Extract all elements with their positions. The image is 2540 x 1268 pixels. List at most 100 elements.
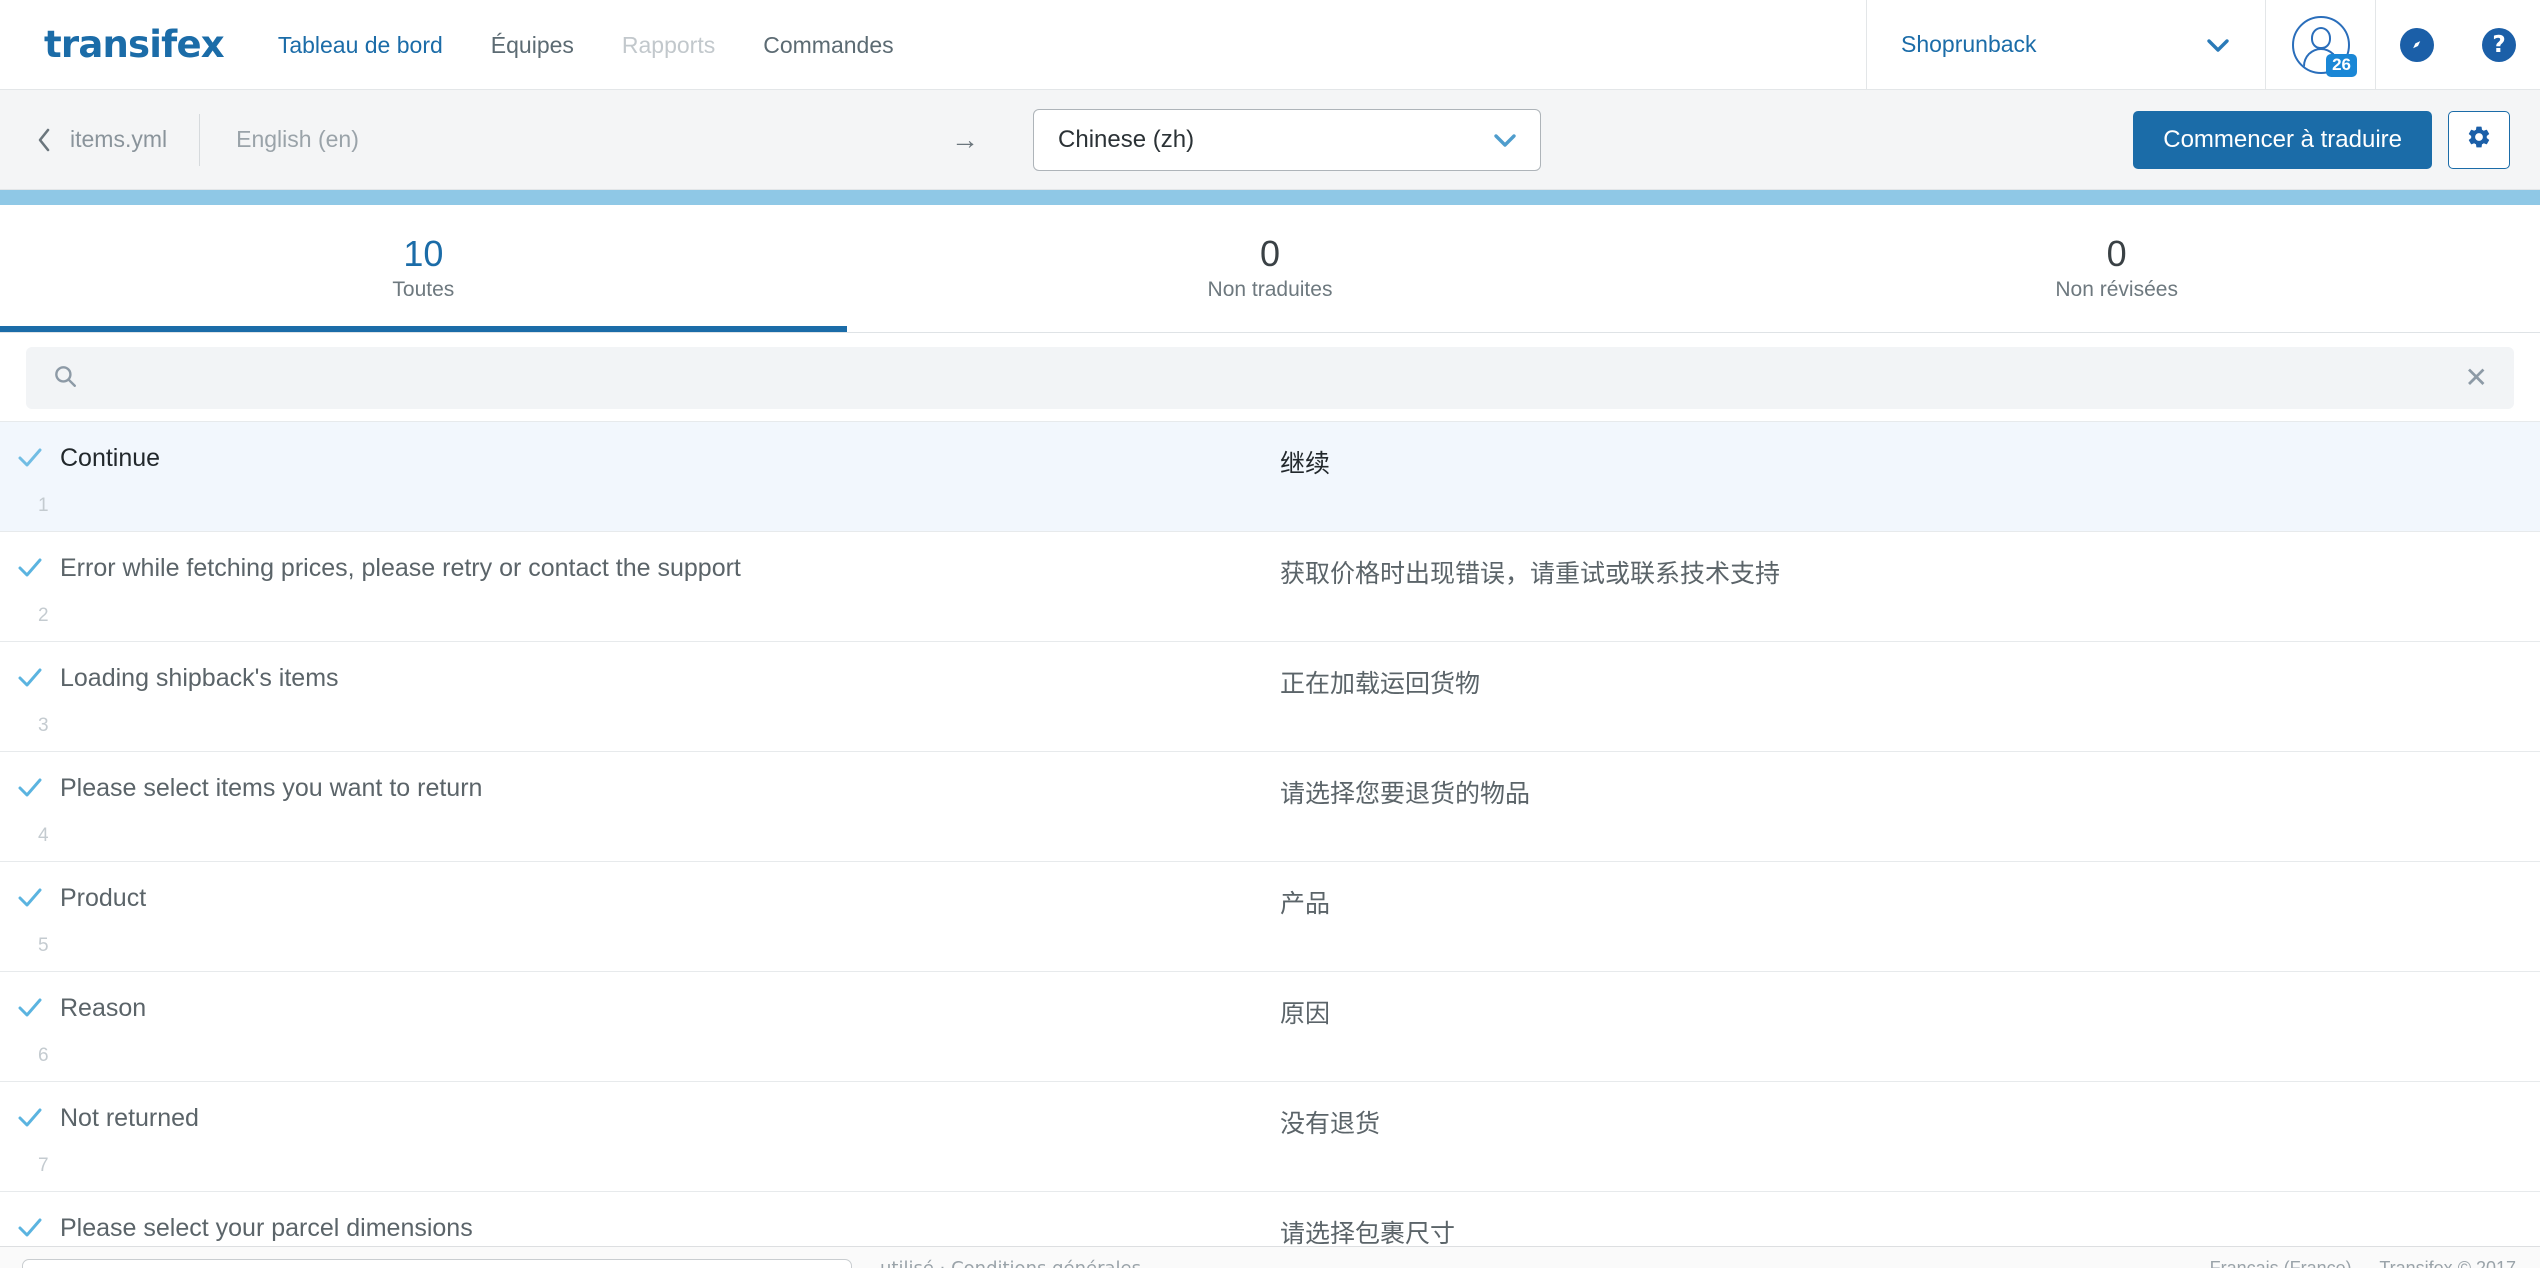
target-string: 产品	[1280, 889, 1331, 918]
search-icon	[52, 363, 78, 394]
checkmark-icon	[16, 444, 44, 472]
target-cell[interactable]: 原因	[1280, 972, 2540, 1030]
source-string: Not returned	[60, 1104, 199, 1132]
reviewed-check-cell[interactable]	[0, 422, 60, 472]
target-language-value: Chinese (zh)	[1058, 125, 1195, 153]
checkmark-icon	[16, 1104, 44, 1132]
settings-button[interactable]	[2448, 110, 2510, 169]
arrow-right-icon: →	[951, 123, 980, 155]
source-string: Continue	[60, 444, 161, 472]
reviewed-check-cell[interactable]	[0, 862, 60, 912]
compass-icon	[2400, 27, 2434, 62]
nav-item-reports[interactable]: Rapports	[598, 0, 739, 90]
user-avatar-button[interactable]: 26	[2266, 0, 2376, 89]
target-cell[interactable]: 产品	[1280, 862, 2540, 920]
row-number: 4	[38, 825, 49, 846]
source-cell: Please select items you want to return	[60, 752, 1280, 803]
brand-logo[interactable]: transifex	[0, 0, 254, 89]
source-cell: Reason	[60, 972, 1280, 1023]
nav-item-orders[interactable]: Commandes	[739, 0, 917, 90]
top-nav-right-cluster: Shoprunback 26 ?	[1866, 0, 2540, 89]
table-row[interactable]: Product 产品 5	[0, 861, 2540, 971]
search-box[interactable]: ✕	[26, 347, 2514, 409]
target-string: 请选择您要退货的物品	[1280, 779, 1531, 808]
target-cell[interactable]: 没有退货	[1280, 1082, 2540, 1140]
reviewed-check-cell[interactable]	[0, 752, 60, 802]
row-number: 7	[38, 1155, 49, 1176]
reviewed-check-cell[interactable]	[0, 1082, 60, 1132]
target-string: 请选择包裹尺寸	[1280, 1219, 1456, 1248]
explore-button[interactable]	[2376, 0, 2458, 89]
source-cell: Not returned	[60, 1082, 1280, 1133]
table-row[interactable]: Please select items you want to return 请…	[0, 751, 2540, 861]
tab-unreviewed-label: Non révisées	[2055, 277, 2178, 301]
target-string: 原因	[1280, 999, 1331, 1028]
tab-untranslated[interactable]: 0 Non traduites	[847, 205, 1694, 332]
source-cell: Loading shipback's items	[60, 642, 1280, 693]
source-cell: Product	[60, 862, 1280, 913]
reviewed-check-cell[interactable]	[0, 532, 60, 582]
target-string: 继续	[1280, 449, 1331, 478]
target-cell[interactable]: 请选择包裹尺寸	[1280, 1192, 2540, 1250]
target-string: 正在加载运回货物	[1280, 669, 1481, 698]
footer-copyright-text: Français (France) — Transifex © 2017	[2209, 1258, 2516, 1268]
reviewed-check-cell[interactable]	[0, 1192, 60, 1242]
source-string: Product	[60, 884, 147, 912]
source-string: Reason	[60, 994, 147, 1022]
table-row[interactable]: Continue 继续 1	[0, 421, 2540, 531]
reviewed-check-cell[interactable]	[0, 642, 60, 692]
target-cell[interactable]: 继续	[1280, 422, 2540, 480]
avatar-head-shape	[2310, 26, 2331, 49]
table-row[interactable]: Loading shipback's items 正在加载运回货物 3	[0, 641, 2540, 751]
table-row[interactable]: Not returned 没有退货 7	[0, 1081, 2540, 1191]
tab-all-count: 10	[403, 232, 444, 274]
row-number: 2	[38, 605, 49, 626]
string-list: Continue 继续 1 Error while fetching price…	[0, 421, 2540, 1268]
tab-all-label: Toutes	[392, 277, 455, 301]
search-section: ✕	[0, 333, 2540, 421]
gear-icon	[2466, 124, 2492, 155]
footer-input-box[interactable]	[22, 1259, 852, 1268]
start-translating-button[interactable]: Commencer à traduire	[2133, 110, 2432, 169]
table-row[interactable]: Error while fetching prices, please retr…	[0, 531, 2540, 641]
reviewed-check-cell[interactable]	[0, 972, 60, 1022]
search-input[interactable]	[78, 364, 2451, 392]
row-number: 1	[38, 495, 49, 516]
source-string: Loading shipback's items	[60, 664, 339, 692]
footer-terms-text: utilisé · Conditions générales	[880, 1258, 1141, 1268]
organization-switcher[interactable]: Shoprunback	[1866, 0, 2266, 89]
checkmark-icon	[16, 884, 44, 912]
row-number: 5	[38, 935, 49, 956]
checkmark-icon	[16, 994, 44, 1022]
close-icon[interactable]: ✕	[2451, 364, 2488, 392]
target-cell[interactable]: 正在加载运回货物	[1280, 642, 2540, 700]
tab-untranslated-label: Non traduites	[1207, 277, 1333, 301]
help-button[interactable]: ?	[2458, 0, 2540, 89]
nav-item-dashboard[interactable]: Tableau de bord	[254, 0, 467, 90]
table-row[interactable]: Reason 原因 6	[0, 971, 2540, 1081]
file-name-label: items.yml	[70, 126, 168, 152]
target-string: 获取价格时出现错误，请重试或联系技术支持	[1280, 559, 1781, 588]
nav-item-teams[interactable]: Équipes	[467, 0, 598, 90]
checkmark-icon	[16, 664, 44, 692]
organization-name: Shoprunback	[1901, 31, 2037, 57]
back-to-file-link[interactable]: items.yml	[36, 113, 201, 166]
checkmark-icon	[16, 554, 44, 582]
brand-name: transifex	[44, 23, 225, 66]
tab-all[interactable]: 10 Toutes	[0, 205, 847, 332]
chevron-down-icon	[2205, 32, 2231, 58]
checkmark-icon	[16, 774, 44, 802]
chevron-down-icon	[1492, 127, 1518, 153]
source-cell: Continue	[60, 422, 1280, 473]
question-mark-icon: ?	[2482, 27, 2516, 62]
tab-unreviewed[interactable]: 0 Non révisées	[1693, 205, 2540, 332]
target-cell[interactable]: 获取价格时出现错误，请重试或联系技术支持	[1280, 532, 2540, 590]
source-language-label: English (en)	[236, 126, 359, 152]
row-number: 3	[38, 715, 49, 736]
target-language-select[interactable]: Chinese (zh)	[1033, 108, 1542, 171]
top-navigation-bar: transifex Tableau de bord Équipes Rappor…	[0, 0, 2540, 90]
toolbar-actions: Commencer à traduire	[2133, 110, 2510, 169]
target-cell[interactable]: 请选择您要退货的物品	[1280, 752, 2540, 810]
page-footer-partial: utilisé · Conditions générales Français …	[0, 1246, 2540, 1268]
tab-unreviewed-count: 0	[2106, 232, 2127, 274]
